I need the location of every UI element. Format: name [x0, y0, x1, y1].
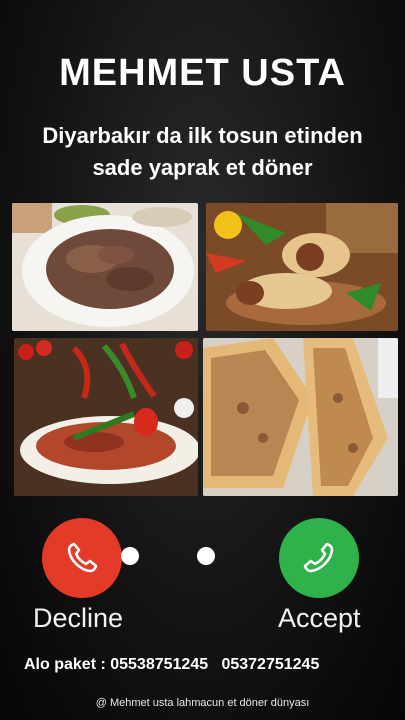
iskender-plate-image [14, 338, 198, 496]
decline-button[interactable] [42, 518, 122, 598]
indicator-dot-right [197, 547, 215, 565]
doner-plate-image [12, 203, 198, 331]
phone-icon [303, 542, 334, 573]
wrap-doner-image [206, 203, 398, 331]
page-title: MEHMET USTA [59, 52, 346, 94]
subtitle-line-2: sade yaprak et döner [92, 155, 313, 180]
decline-label: Decline [33, 603, 124, 633]
page-subtitle: Diyarbakır da ilk tosun etinden sade yap… [10, 120, 395, 184]
indicator-dot-left [121, 547, 139, 565]
accept-button[interactable] [279, 518, 359, 598]
delivery-phone-numbers: Alo paket : 05538751245 05372751245 [24, 656, 320, 673]
footer-credit: @ Mehmet usta lahmacun et döner dünyası [95, 697, 310, 709]
lahmacun-pide-image [203, 338, 398, 496]
accept-label: Accept [278, 603, 361, 633]
phone-hangup-icon [67, 542, 98, 573]
subtitle-line-1: Diyarbakır da ilk tosun etinden [42, 123, 363, 148]
